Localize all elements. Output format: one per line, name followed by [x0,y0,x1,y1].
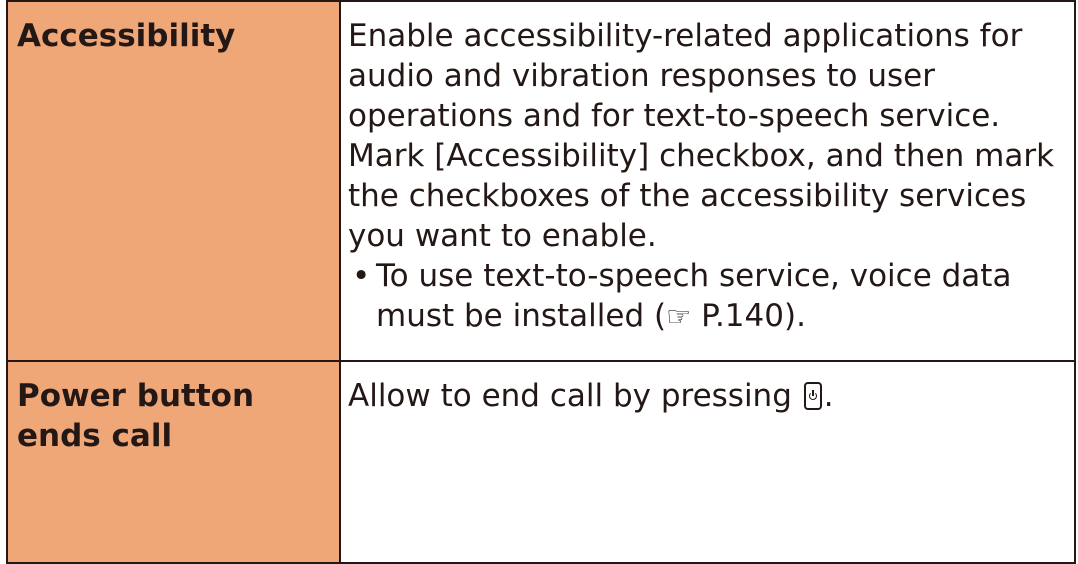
setting-description-cell: Allow to end call by pressing . [339,360,1076,564]
setting-name-cell: Accessibility [6,0,341,362]
description-text: Allow to end call by pressing [348,378,802,414]
setting-name-power-button: Power button ends call [17,378,255,454]
note-list: • To use text-to-speech service, voice da… [341,256,1074,337]
power-key-icon [803,382,822,410]
table-row: Power button ends call Allow to end call… [6,360,1076,564]
settings-table: Accessibility Enable accessibility-relat… [6,0,1076,564]
table-row: Accessibility Enable accessibility-relat… [6,0,1076,362]
setting-description-accessibility: Enable accessibility-related application… [348,18,1055,254]
page-reference-link[interactable]: P.140 [691,298,784,334]
setting-name-accessibility: Accessibility [17,18,236,54]
note-item: • To use text-to-speech service, voice da… [348,256,1070,337]
bullet-marker: • [352,258,371,294]
description-text-end: . [823,378,834,414]
setting-name-cell: Power button ends call [6,360,341,564]
setting-description-cell: Enable accessibility-related application… [339,0,1076,362]
note-text-end: ). [783,298,806,334]
setting-description-power-button: Allow to end call by pressing . [341,362,1074,416]
page-reference-icon: ☞ [666,300,692,333]
